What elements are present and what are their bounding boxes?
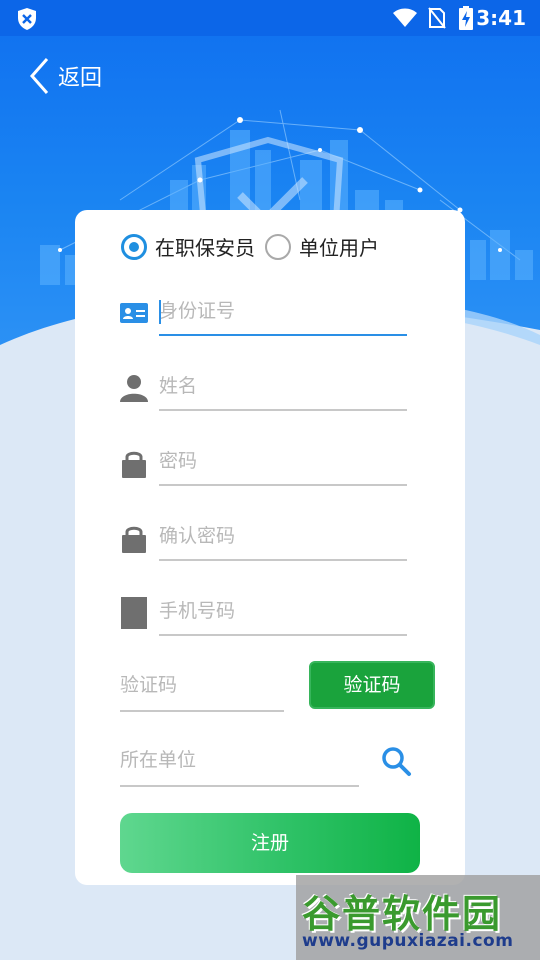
status-time: 3:41 xyxy=(476,6,526,30)
no-sim-icon xyxy=(428,7,446,29)
radio-checked-icon xyxy=(121,233,147,260)
name-input[interactable] xyxy=(159,363,407,411)
shield-icon xyxy=(18,8,36,30)
phone-input[interactable] xyxy=(159,588,407,636)
watermark: 谷普软件园 www.gupuxiazai.com xyxy=(296,875,540,960)
name-field xyxy=(119,363,407,411)
radio-company-user[interactable]: 单位用户 xyxy=(265,232,379,261)
confirm-password-input[interactable] xyxy=(159,513,407,561)
wifi-icon xyxy=(393,8,417,27)
id-card-icon xyxy=(120,303,148,323)
company-input[interactable] xyxy=(120,735,359,787)
radio-label: 在职保安员 xyxy=(155,236,255,260)
search-icon[interactable] xyxy=(380,745,412,777)
register-button[interactable]: 注册 xyxy=(120,813,420,873)
person-icon xyxy=(120,375,148,402)
phone-field xyxy=(119,588,407,636)
back-button[interactable]: 返回 xyxy=(28,56,102,96)
confirm-password-field xyxy=(119,513,407,561)
text-cursor xyxy=(159,300,161,324)
password-input[interactable] xyxy=(159,438,407,486)
lock-icon xyxy=(122,526,146,553)
radio-label: 单位用户 xyxy=(299,236,379,260)
lock-icon xyxy=(122,451,146,478)
back-label: 返回 xyxy=(58,66,103,91)
watermark-url: www.gupuxiazai.com xyxy=(302,931,514,951)
radio-unchecked-icon xyxy=(265,233,291,260)
battery-charging-icon xyxy=(459,6,473,30)
phone-icon xyxy=(121,597,147,629)
password-field xyxy=(119,438,407,486)
id-number-field xyxy=(119,288,407,336)
status-bar: 3:41 xyxy=(0,0,540,36)
watermark-title: 谷普软件园 xyxy=(302,892,503,936)
radio-security-guard[interactable]: 在职保安员 xyxy=(121,232,255,261)
user-type-selector: 在职保安员 单位用户 xyxy=(121,232,389,261)
chevron-left-icon xyxy=(29,58,49,94)
get-code-button[interactable]: 验证码 xyxy=(309,661,435,709)
register-form-card: 在职保安员 单位用户 身份证号 姓名 手机号码 验证码 验证码 所在单位 注册 xyxy=(75,210,465,885)
id-number-input[interactable] xyxy=(159,288,407,336)
verification-code-input[interactable] xyxy=(120,660,284,712)
